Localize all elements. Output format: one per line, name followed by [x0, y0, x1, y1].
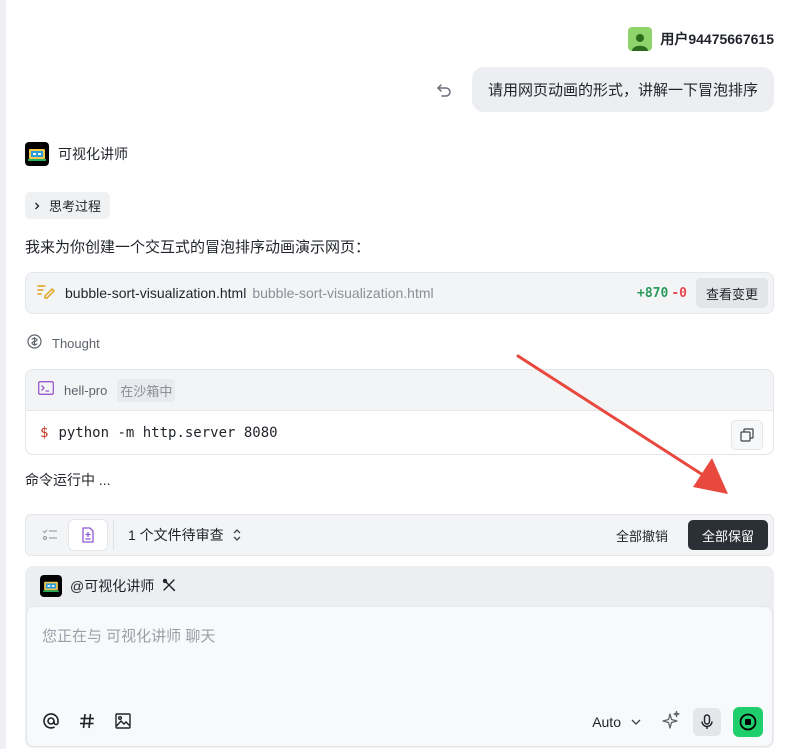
user-message-bubble: 请用网页动画的形式，讲解一下冒泡排序	[471, 67, 774, 112]
copy-icon	[740, 428, 754, 442]
thought-label: Thought	[52, 335, 100, 351]
sandbox-badge: 在沙箱中	[117, 378, 176, 402]
user-header: 用户94475667615	[628, 27, 774, 51]
undo-all-button[interactable]: 全部撤销	[616, 526, 668, 545]
thinking-label: 思考过程	[49, 199, 102, 214]
file-diff-icon	[82, 527, 94, 543]
pending-label: 1 个文件待审查	[128, 527, 224, 543]
composer-tools-right: Auto	[592, 707, 763, 737]
left-edge-strip	[0, 0, 6, 749]
mention-row: @可视化讲师	[40, 575, 176, 597]
terminal-body: $ python -m http.server 8080	[26, 411, 773, 454]
review-bar: 1 个文件待审查 全部撤销 全部保留	[25, 514, 774, 556]
model-selector[interactable]: Auto	[592, 714, 641, 730]
sparkle-icon[interactable]	[661, 710, 681, 735]
copy-button[interactable]	[731, 420, 763, 450]
terminal-card: hell-pro 在沙箱中 $ python -m http.server 80…	[25, 369, 774, 455]
composer-tools-left	[42, 712, 132, 730]
file-path: bubble-sort-visualization.html	[252, 285, 434, 301]
thinking-toggle-button[interactable]: 思考过程	[25, 192, 111, 219]
assistant-avatar-icon	[40, 575, 62, 597]
user-message-row: 请用网页动画的形式，讲解一下冒泡排序	[432, 67, 774, 112]
user-name: 用户94475667615	[660, 31, 774, 47]
terminal-name: hell-pro	[64, 382, 108, 398]
terminal-prompt: $	[40, 425, 49, 441]
checklist-tab[interactable]	[31, 520, 69, 550]
assistant-name: 可视化讲师	[58, 146, 128, 162]
chevron-updown-icon	[233, 529, 241, 541]
diff-deletions: -0	[671, 285, 687, 301]
keep-all-button[interactable]: 全部保留	[687, 520, 768, 550]
thought-toggle[interactable]: Thought	[27, 334, 100, 352]
model-label: Auto	[592, 714, 621, 730]
at-icon[interactable]	[42, 712, 60, 730]
stop-button[interactable]	[733, 707, 763, 737]
file-change-card[interactable]: bubble-sort-visualization.html bubble-so…	[25, 272, 774, 314]
thought-icon	[27, 334, 42, 352]
tools-icon[interactable]	[162, 578, 176, 595]
undo-icon[interactable]	[432, 78, 456, 102]
assistant-header: 可视化讲师	[25, 142, 128, 166]
terminal-icon	[38, 380, 54, 400]
microphone-icon	[701, 714, 713, 729]
divider	[113, 520, 114, 550]
terminal-header: hell-pro 在沙箱中	[26, 370, 773, 411]
edit-file-icon	[37, 283, 55, 304]
file-review-tab[interactable]	[69, 520, 107, 550]
terminal-command: python -m http.server 8080	[58, 425, 278, 441]
pending-files-selector[interactable]: 1 个文件待审查	[128, 525, 242, 545]
mention-label: @可视化讲师	[70, 578, 155, 594]
stop-icon	[739, 713, 757, 731]
checklist-icon	[42, 529, 57, 541]
hash-icon[interactable]	[78, 712, 96, 730]
file-name: bubble-sort-visualization.html	[65, 285, 247, 301]
diff-additions: +870	[637, 285, 669, 301]
chevron-right-icon	[33, 198, 41, 213]
view-changes-button[interactable]: 查看变更	[695, 278, 768, 308]
chat-input[interactable]: 您正在与 可视化讲师 聊天 Auto	[26, 606, 773, 747]
assistant-avatar-icon	[25, 142, 49, 166]
chat-input-placeholder: 您正在与 可视化讲师 聊天	[42, 628, 216, 645]
assistant-intro-text: 我来为你创建一个交互式的冒泡排序动画演示网页：	[25, 239, 371, 256]
composer: @可视化讲师 您正在与 可视化讲师 聊天 Auto	[25, 566, 774, 748]
microphone-button[interactable]	[693, 708, 721, 736]
image-icon[interactable]	[114, 712, 132, 730]
user-avatar-icon	[628, 27, 653, 51]
chevron-down-icon	[631, 719, 641, 725]
command-status: 命令运行中 ...	[25, 472, 111, 488]
